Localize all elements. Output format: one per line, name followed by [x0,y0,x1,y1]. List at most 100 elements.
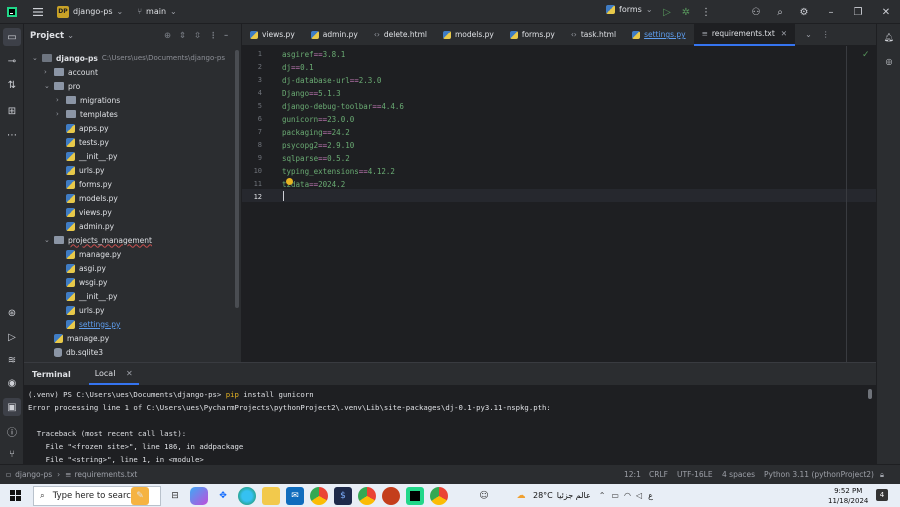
file-explorer-icon[interactable] [262,486,280,505]
structure-icon[interactable]: ⊞ [3,102,21,120]
tree-item-tests-py[interactable]: tests.py [66,135,109,149]
project-selector[interactable]: DP django-ps ⌄ [57,5,123,18]
project-folder-icon[interactable]: ▭ [3,28,21,46]
options-icon[interactable]: ⋮ [209,31,218,41]
lock-icon[interactable]: 🔒︎ [880,470,884,480]
tab-views-py[interactable]: views.py [242,24,303,46]
python-interpreter[interactable]: Python 3.11 (pythonProject2) [764,470,874,479]
run-icon[interactable]: ▷ [658,3,676,21]
notification-center-icon[interactable]: 4 [876,489,888,501]
terminal-tab-local[interactable]: Local ✕ [88,364,139,385]
tree-item-views-py[interactable]: views.py [66,205,112,219]
network-icon[interactable]: ▭ [611,491,619,500]
add-user-icon[interactable]: ⚇ [747,3,765,21]
tree-root[interactable]: ⌄ django-ps C:\Users\ues\Documents\djang… [32,51,225,65]
tree-item-models-py[interactable]: models.py [66,191,118,205]
tree-item-manage-py-root[interactable]: manage.py [54,331,109,345]
tree-item-db-sqlite[interactable]: db.sqlite3 [54,345,103,359]
tree-item-admin-py[interactable]: admin.py [66,219,114,233]
close-icon[interactable]: ✕ [877,3,895,21]
weather-description[interactable]: عالم جزئيا [557,491,591,500]
volume-icon[interactable]: ◁ [636,491,642,500]
problems-icon[interactable]: ⓘ [3,422,21,440]
terminal-scrollbar[interactable] [868,389,872,399]
tab-forms-py[interactable]: forms.py [502,24,563,46]
tab-requirements-txt[interactable]: ≡ requirements.txt ✕ [693,23,796,46]
file-encoding[interactable]: UTF-16LE [677,470,713,479]
mail-icon[interactable]: ✉ [286,486,304,505]
tab-models-py[interactable]: models.py [435,24,502,46]
weather-temperature[interactable]: 28°C [533,491,553,500]
tab-task-html[interactable]: ‹› task.html [563,24,624,46]
dropbox-icon[interactable]: ✥ [214,487,232,505]
breadcrumb-project[interactable]: django-ps [15,470,52,479]
chevron-down-icon[interactable]: ⌄ [805,30,812,39]
tree-item-init-py[interactable]: __init__.py [66,289,117,303]
terminal-output[interactable]: (.venv) PS C:\Users\ues\Documents\django… [24,385,876,469]
run-config-selector[interactable]: forms ⌄ [606,5,653,14]
windows-start-icon[interactable] [6,487,24,505]
chevron-down-icon[interactable]: ⌄ [67,31,74,41]
more-tools-icon[interactable]: ⋯ [3,126,21,144]
chrome-profile-icon[interactable] [358,486,376,505]
minimize-icon[interactable]: – [822,3,840,21]
tree-item-migrations[interactable]: › migrations [56,93,120,107]
wifi-icon[interactable]: ◠ [624,491,631,500]
tree-item-account[interactable]: › account [44,65,98,79]
layers-icon[interactable]: ≋ [3,351,21,369]
close-tab-icon[interactable]: ✕ [126,369,133,378]
close-tab-icon[interactable]: ✕ [781,29,787,38]
tree-item-templates[interactable]: › templates [56,107,118,121]
main-menu-icon[interactable] [29,3,47,21]
settings-gear-icon[interactable]: ⚙ [795,3,813,21]
python-packages-icon[interactable]: ⊛ [3,304,21,322]
line-separator[interactable]: CRLF [649,470,668,479]
app-logo-icon[interactable] [3,3,21,21]
run-tool-icon[interactable]: ▷ [3,328,21,346]
terminal-app-icon[interactable]: $ [334,486,352,505]
branch-selector[interactable]: ⑂ main ⌄ [137,7,177,16]
collapse-icon[interactable]: ⇳ [194,31,201,41]
check-icon[interactable]: ✓ [862,50,870,60]
tab-admin-py[interactable]: admin.py [303,24,366,46]
scrollbar[interactable] [235,50,239,308]
locate-icon[interactable]: ⊕ [164,31,171,41]
tab-delete-html[interactable]: ‹› delete.html [366,24,435,46]
code-editor[interactable]: 1 2 3 4 5 6 7 8 9 10 11 12 asgiref==3.8.… [242,46,876,362]
tree-item-manage-py[interactable]: manage.py [66,247,121,261]
hide-icon[interactable]: – [224,31,228,41]
tree-item-asgi-py[interactable]: asgi.py [66,261,106,275]
search-icon[interactable]: ⌕ [771,3,789,21]
terminal-title[interactable]: Terminal [32,370,71,379]
services-icon[interactable]: ◉ [3,374,21,392]
tree-item-settings-py[interactable]: settings.py [66,317,121,331]
search-highlight-icon[interactable]: ✎ [131,486,149,505]
more-options-icon[interactable]: ⋮ [822,30,830,39]
powerpoint-icon[interactable] [382,486,400,505]
tree-item-forms-py[interactable]: forms.py [66,177,112,191]
task-view-icon[interactable]: ⊟ [166,487,184,505]
expand-icon[interactable]: ⇕ [179,31,186,41]
tree-item-urls-py[interactable]: urls.py [66,163,104,177]
chrome-window-icon[interactable] [430,486,448,505]
commit-icon[interactable]: ⊸ [3,52,21,70]
terminal-icon[interactable]: ▣ [3,398,21,416]
restore-icon[interactable]: ❐ [849,3,867,21]
chevron-up-icon[interactable]: ⌃ [599,491,606,500]
debug-icon[interactable]: ✲ [677,3,695,21]
notifications-icon[interactable]: 🔔︎ [880,28,898,46]
tree-item-pro[interactable]: ⌄ pro [44,79,80,93]
caret-position[interactable]: 12:1 [624,470,641,479]
tab-settings-py[interactable]: settings.py [624,24,694,46]
more-options-icon[interactable]: ⋮ [697,3,715,21]
pull-requests-icon[interactable]: ⇅ [3,76,21,94]
ai-assistant-icon[interactable]: ◎ [880,52,898,70]
tree-item-wsgi-py[interactable]: wsgi.py [66,275,107,289]
input-language[interactable]: ع [648,491,653,500]
edge-icon[interactable] [238,486,256,505]
git-icon[interactable]: ⑂ [3,445,21,463]
tree-item-apps-py[interactable]: apps.py [66,121,109,135]
weather-icon[interactable]: ☁ [512,487,530,505]
clock[interactable]: 9:52 PM 11/18/2024 [828,486,868,506]
copilot-icon[interactable] [190,486,208,505]
